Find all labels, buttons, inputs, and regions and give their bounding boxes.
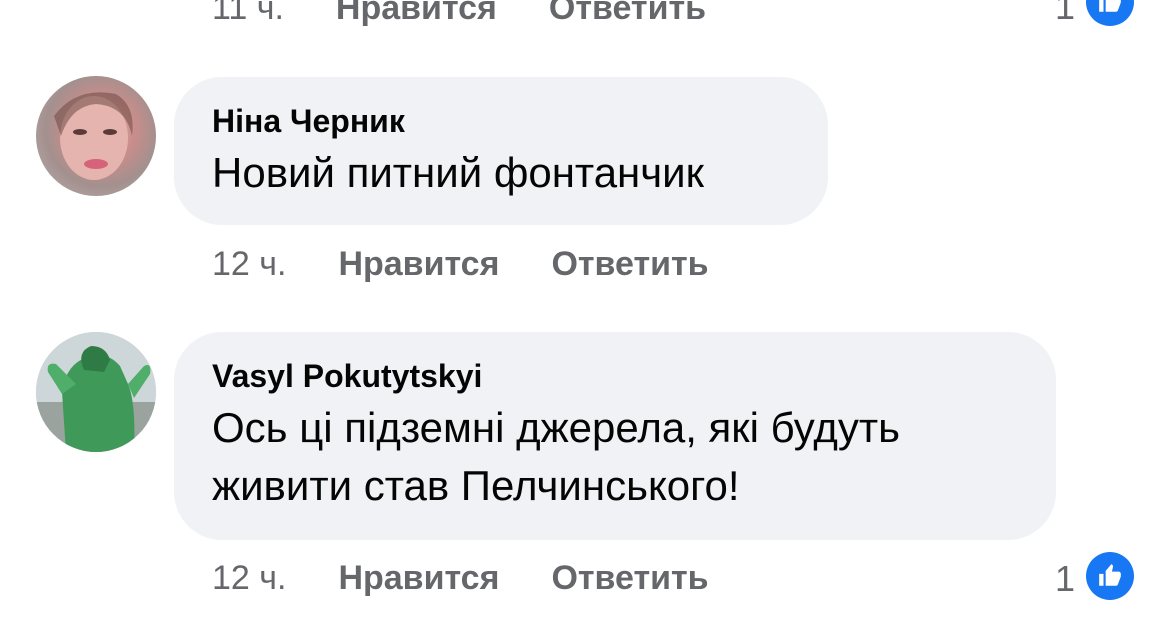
thumbs-up-icon[interactable]: [1086, 552, 1134, 600]
like-button[interactable]: Нравится: [338, 559, 499, 598]
comment-text: Новий питний фонтанчик: [212, 149, 704, 196]
avatar[interactable]: [36, 76, 156, 196]
comment-actions-top: 11 ч. Нравится Ответить: [212, 0, 706, 28]
comment-timestamp[interactable]: 12 ч.: [212, 245, 286, 284]
reply-button[interactable]: Ответить: [551, 245, 708, 284]
like-button[interactable]: Нравится: [338, 245, 499, 284]
comment-bubble: Ніна Черник Новий питний фонтанчик: [174, 77, 828, 225]
comment-bubble: Vasyl Pokutytskyi Ось ці підземні джерел…: [174, 332, 1056, 540]
comment-text-line: живити став Пелчинського!: [212, 462, 740, 509]
comment-text-line: Ось ці підземні джерела, які будуть: [212, 404, 901, 451]
comment-actions: 12 ч. Нравится Ответить: [212, 244, 709, 284]
reply-button[interactable]: Ответить: [549, 0, 706, 28]
comment-actions: 12 ч. Нравится Ответить: [212, 558, 709, 598]
comment-author[interactable]: Ніна Черник: [212, 103, 790, 140]
reaction-count[interactable]: 1: [1055, 0, 1075, 28]
like-button[interactable]: Нравится: [336, 0, 497, 28]
reply-button[interactable]: Ответить: [551, 559, 708, 598]
avatar[interactable]: [36, 332, 156, 452]
comment-author[interactable]: Vasyl Pokutytskyi: [212, 358, 1018, 395]
comment-timestamp[interactable]: 11 ч.: [212, 0, 284, 28]
reaction-count[interactable]: 1: [1055, 558, 1075, 600]
comment-timestamp[interactable]: 12 ч.: [212, 559, 286, 598]
thumbs-up-icon[interactable]: [1086, 0, 1134, 26]
